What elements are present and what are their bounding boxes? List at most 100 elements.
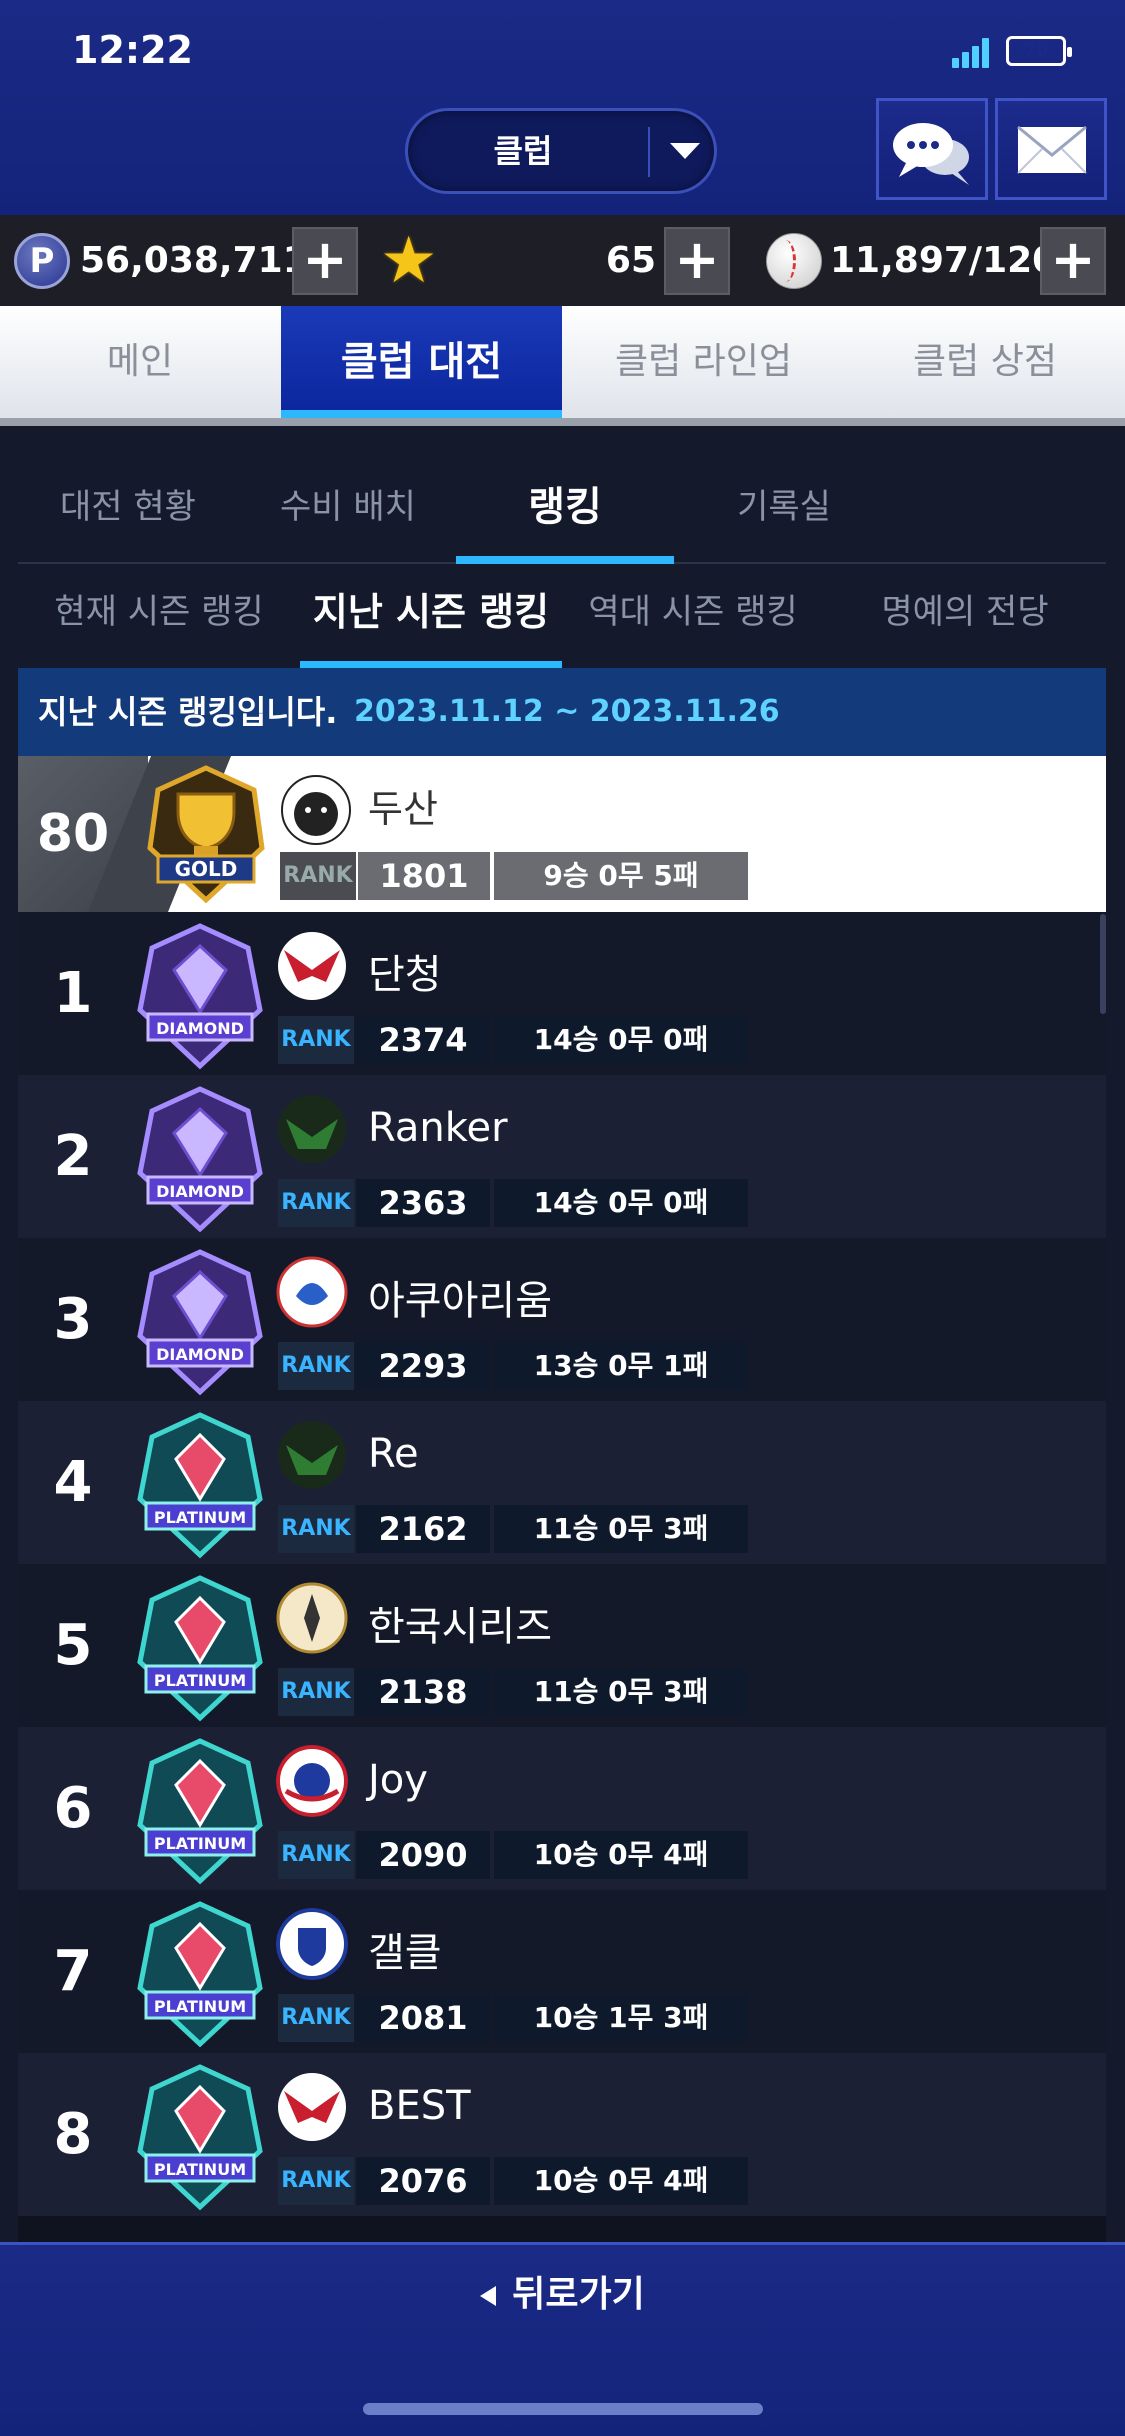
tab-current-season[interactable]: 현재 시즌 랭킹 xyxy=(18,570,300,668)
tab-hall-of-fame[interactable]: 명예의 전당 xyxy=(824,570,1106,668)
tab-records[interactable]: 기록실 xyxy=(674,470,894,562)
club-dropdown[interactable]: 클럽 xyxy=(405,108,717,194)
club-name: BEST xyxy=(368,2083,471,2129)
team-logo xyxy=(281,775,351,845)
platinum-tier-emblem: PLATINUM xyxy=(137,1412,263,1559)
club-record: 10승 0무 4패 xyxy=(494,2157,748,2205)
ranking-row[interactable]: 2 DIAMOND Ranker RANK 2363 14승 0무 0패 xyxy=(18,1075,1106,1238)
rank-label: RANK xyxy=(280,852,356,900)
gold-tier-emblem: GOLD xyxy=(147,765,265,904)
rank-number: 2 xyxy=(53,1124,93,1189)
ranking-row[interactable]: 8 PLATINUM BEST RANK 2076 10승 0무 4패 xyxy=(18,2053,1106,2216)
mail-icon xyxy=(1017,125,1087,174)
chat-icon xyxy=(893,123,969,185)
my-club-name: 두산 xyxy=(368,787,438,831)
team-logo xyxy=(278,2073,346,2141)
ranking-row[interactable]: 3 DIAMOND 아쿠아리움 RANK 2293 13승 0무 1패 xyxy=(18,1238,1106,1401)
main-tab-bar: 메인 클럽 대전 클럽 라인업 클럽 상점 xyxy=(0,306,1125,418)
ranking-row[interactable]: 7 PLATINUM 갤클 RANK 2081 10승 1무 3패 xyxy=(18,1890,1106,2053)
ranking-row[interactable]: 6 PLATINUM Joy RANK 2090 10승 0무 4패 xyxy=(18,1727,1106,1890)
svg-text:DIAMOND: DIAMOND xyxy=(156,1182,244,1201)
rank-number: 6 xyxy=(53,1776,93,1841)
club-score: 2076 xyxy=(356,2157,490,2205)
svg-text:PLATINUM: PLATINUM xyxy=(154,1671,246,1690)
signal-icon xyxy=(952,38,994,68)
home-indicator[interactable] xyxy=(363,2403,763,2415)
status-time: 12:22 xyxy=(72,28,193,72)
club-score: 2081 xyxy=(356,1994,490,2042)
stars-value: 65 xyxy=(605,240,656,281)
club-name: Joy xyxy=(368,1757,428,1803)
currency-bar: P 56,038,711 + ★ 65 + 11,897/120 + xyxy=(0,215,1125,306)
rank-label: RANK xyxy=(278,1831,354,1879)
chevron-down-icon xyxy=(670,143,700,159)
diamond-tier-emblem: DIAMOND xyxy=(137,1249,263,1396)
tab-last-season[interactable]: 지난 시즌 랭킹 xyxy=(300,570,562,668)
points-value: 56,038,711 xyxy=(80,240,308,281)
svg-text:PLATINUM: PLATINUM xyxy=(154,2160,246,2179)
svg-text:GOLD: GOLD xyxy=(175,857,238,881)
rank-label: RANK xyxy=(278,1179,354,1227)
tab-club-shop[interactable]: 클럽 상점 xyxy=(845,306,1125,418)
svg-text:PLATINUM: PLATINUM xyxy=(154,1834,246,1853)
team-logo xyxy=(278,1095,346,1163)
rank-number: 4 xyxy=(53,1450,93,1515)
my-club-row[interactable]: 80 GOLD 두산 RANK 1801 9승 0무 5패 xyxy=(18,756,1106,912)
top-header: 12:22 70 클럽 xyxy=(0,0,1125,215)
sub-tab-bar: 대전 현황 수비 배치 랭킹 기록실 xyxy=(18,470,1106,564)
rank-label: RANK xyxy=(278,1342,354,1390)
club-record: 10승 1무 3패 xyxy=(494,1994,748,2042)
club-record: 11승 0무 3패 xyxy=(494,1505,748,1553)
bottom-bar: 뒤로가기 xyxy=(0,2242,1125,2436)
tab-main[interactable]: 메인 xyxy=(0,306,280,418)
diamond-tier-emblem: DIAMOND xyxy=(137,1086,263,1233)
balls-value: 11,897/120 xyxy=(830,240,1058,281)
back-label: 뒤로가기 xyxy=(512,2274,645,2315)
club-record: 14승 0무 0패 xyxy=(494,1016,748,1064)
my-club-score: 1801 xyxy=(358,852,490,900)
club-record: 13승 0무 1패 xyxy=(494,1342,748,1390)
tab-club-battle[interactable]: 클럽 대전 xyxy=(281,306,562,418)
team-logo xyxy=(278,932,346,1000)
club-name: Ranker xyxy=(368,1105,508,1151)
tab-club-lineup[interactable]: 클럽 라인업 xyxy=(563,306,844,418)
tab-bar-shadow xyxy=(0,418,1125,426)
point-coin-icon: P xyxy=(14,233,70,289)
rank-number: 7 xyxy=(53,1939,93,2004)
ranking-row[interactable]: 4 PLATINUM Re RANK 2162 11승 0무 3패 xyxy=(18,1401,1106,1564)
club-name: Re xyxy=(368,1431,419,1477)
ranking-row[interactable]: 5 PLATINUM 한국시리즈 RANK 2138 11승 0무 3패 xyxy=(18,1564,1106,1727)
mail-button[interactable] xyxy=(995,98,1107,200)
add-points-button[interactable]: + xyxy=(292,227,358,295)
tab-all-time-season[interactable]: 역대 시즌 랭킹 xyxy=(562,570,824,668)
chat-button[interactable] xyxy=(876,98,988,200)
team-logo xyxy=(276,1908,348,1980)
platinum-tier-emblem: PLATINUM xyxy=(137,2064,263,2211)
rank-number: 3 xyxy=(53,1287,93,1352)
tab-battle-status[interactable]: 대전 현황 xyxy=(18,470,238,562)
platinum-tier-emblem: PLATINUM xyxy=(137,1738,263,1885)
platinum-tier-emblem: PLATINUM xyxy=(137,1901,263,2048)
rank-number: 5 xyxy=(53,1613,93,1678)
diamond-tier-emblem: DIAMOND xyxy=(137,923,263,1070)
club-record: 10승 0무 4패 xyxy=(494,1831,748,1879)
add-balls-button[interactable]: + xyxy=(1040,227,1106,295)
ranking-list[interactable]: 1 DIAMOND 단청 RANK 2374 14승 0무 0패 2 DIAMO… xyxy=(18,912,1106,2242)
club-name: 한국시리즈 xyxy=(368,1604,552,1650)
notice-text: 지난 시즌 랭킹입니다. xyxy=(38,693,338,731)
battery-icon: 70 xyxy=(1006,36,1072,66)
ranking-row[interactable]: 1 DIAMOND 단청 RANK 2374 14승 0무 0패 xyxy=(18,912,1106,1075)
club-record: 14승 0무 0패 xyxy=(494,1179,748,1227)
club-score: 2293 xyxy=(356,1342,490,1390)
my-rank-number: 80 xyxy=(36,804,110,864)
tab-defense[interactable]: 수비 배치 xyxy=(238,470,458,562)
svg-text:DIAMOND: DIAMOND xyxy=(156,1019,244,1038)
season-period: 2023.11.12 ~ 2023.11.26 xyxy=(354,694,780,729)
tab-ranking[interactable]: 랭킹 xyxy=(456,470,674,564)
star-icon: ★ xyxy=(380,224,438,298)
add-stars-button[interactable]: + xyxy=(664,227,730,295)
back-button[interactable]: 뒤로가기 xyxy=(0,2265,1125,2317)
club-dropdown-label: 클럽 xyxy=(493,132,553,170)
platinum-tier-emblem: PLATINUM xyxy=(137,1575,263,1722)
list-scrollbar[interactable] xyxy=(1100,914,1106,1014)
